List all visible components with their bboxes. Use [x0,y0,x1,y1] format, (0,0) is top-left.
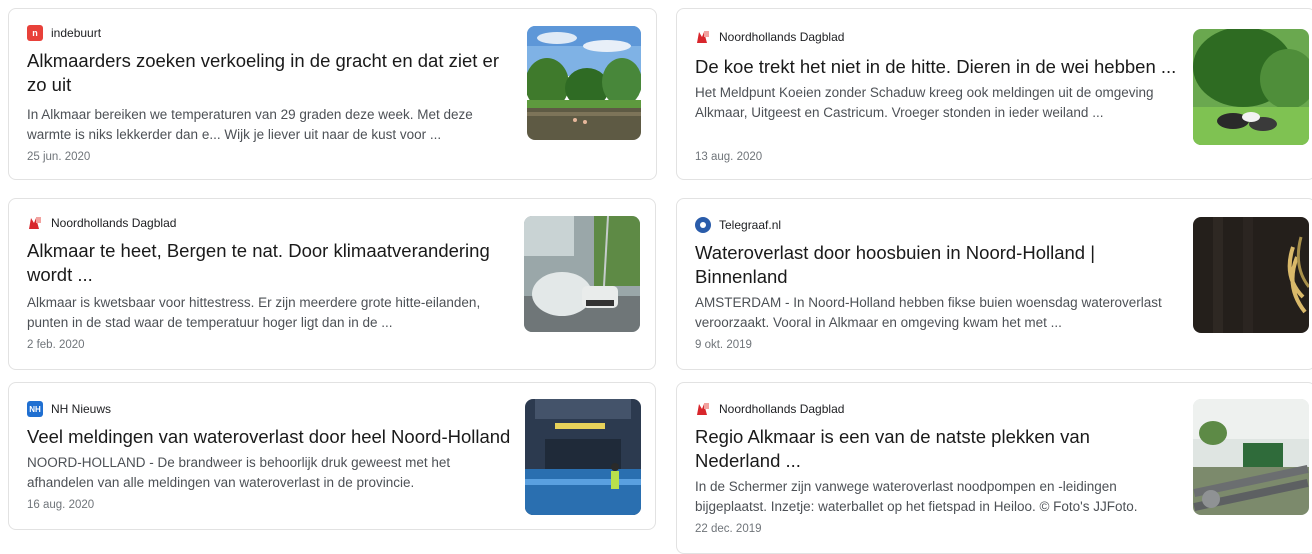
result-title[interactable]: Regio Alkmaar is een van de natste plekk… [695,425,1165,473]
noordhollands-dagblad-logo-icon [27,215,43,231]
result-snippet: In Alkmaar bereiken we temperaturen van … [27,107,473,142]
result-thumbnail[interactable] [525,399,641,515]
source-name: Noordhollands Dagblad [719,402,845,416]
result-title[interactable]: De koe trekt het niet in de hitte. Diere… [695,55,1195,79]
result-snippet: Alkmaar is kwetsbaar voor hittestress. E… [27,295,481,330]
result-snippet: Het Meldpunt Koeien zonder Schaduw kreeg… [695,85,1154,120]
result-snippet: AMSTERDAM - In Noord-Holland hebben fiks… [695,295,1162,330]
result-date: 22 dec. 2019 [695,523,762,535]
result-title[interactable]: Veel meldingen van wateroverlast door he… [27,425,527,449]
result-card-4[interactable]: Telegraaf.nl Wateroverlast door hoosbuie… [676,198,1312,370]
result-source: Telegraaf.nl [695,217,781,233]
result-thumbnail[interactable] [527,26,641,140]
result-thumbnail[interactable] [1193,399,1309,515]
result-date: 25 jun. 2020 [27,151,91,163]
source-name: Telegraaf.nl [719,218,782,232]
result-card-6[interactable]: Noordhollands Dagblad Regio Alkmaar is e… [676,382,1312,554]
result-title[interactable]: Alkmaar te heet, Bergen te nat. Door kli… [27,239,507,287]
source-name: indebuurt [51,26,102,40]
noordhollands-dagblad-logo-icon [695,401,711,417]
result-thumbnail[interactable] [1193,217,1309,333]
result-date: 2 feb. 2020 [27,339,85,351]
result-card-2[interactable]: Noordhollands Dagblad De koe trekt het n… [676,8,1312,180]
result-title[interactable]: Wateroverlast door hoosbuien in Noord-Ho… [695,241,1165,289]
result-snippet: NOORD-HOLLAND - De brandweer is behoorli… [27,455,451,490]
result-source: Noordhollands Dagblad [695,29,844,45]
result-snippet: In de Schermer zijn vanwege wateroverlas… [695,479,1138,514]
result-source: Noordhollands Dagblad [27,215,176,231]
result-date: 13 aug. 2020 [695,151,763,163]
source-name: Noordhollands Dagblad [51,216,177,230]
noordhollands-dagblad-logo-icon [695,29,711,45]
result-source: NH NH Nieuws [27,401,111,417]
telegraaf-logo-icon [695,217,711,233]
result-card-1[interactable]: n indebuurt Alkmaarders zoeken verkoelin… [8,8,657,180]
indebuurt-logo-icon: n [27,25,43,41]
result-date: 9 okt. 2019 [695,339,752,351]
source-name: NH Nieuws [51,402,112,416]
source-name: Noordhollands Dagblad [719,30,845,44]
result-date: 16 aug. 2020 [27,499,95,511]
result-thumbnail[interactable] [1193,29,1309,145]
nh-nieuws-logo-icon: NH [27,401,43,417]
result-card-5[interactable]: NH NH Nieuws Veel meldingen van waterove… [8,382,656,530]
result-source: Noordhollands Dagblad [695,401,844,417]
result-title[interactable]: Alkmaarders zoeken verkoeling in de grac… [27,49,517,97]
result-source: n indebuurt [27,25,101,41]
result-card-3[interactable]: Noordhollands Dagblad Alkmaar te heet, B… [8,198,656,370]
result-thumbnail[interactable] [524,216,640,332]
